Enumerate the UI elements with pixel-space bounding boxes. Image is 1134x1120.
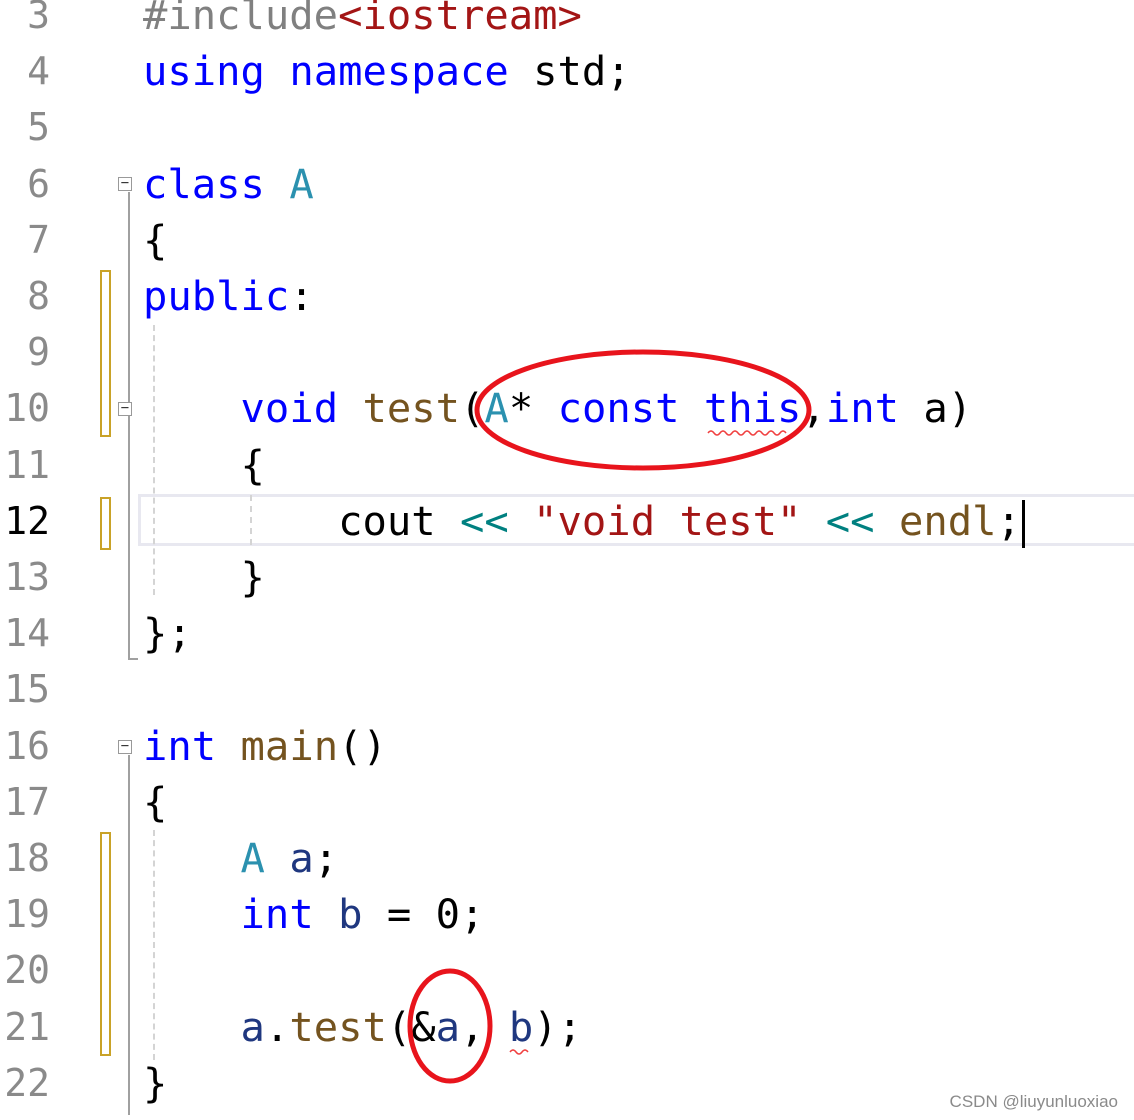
annotation-layer <box>407 349 812 1084</box>
error-squiggle <box>509 1049 529 1055</box>
red-circle-annotation <box>407 968 493 1084</box>
error-squiggle <box>707 430 787 436</box>
watermark: CSDN @liuyunluoxiao <box>949 1092 1118 1111</box>
red-circle-annotation <box>474 349 812 471</box>
